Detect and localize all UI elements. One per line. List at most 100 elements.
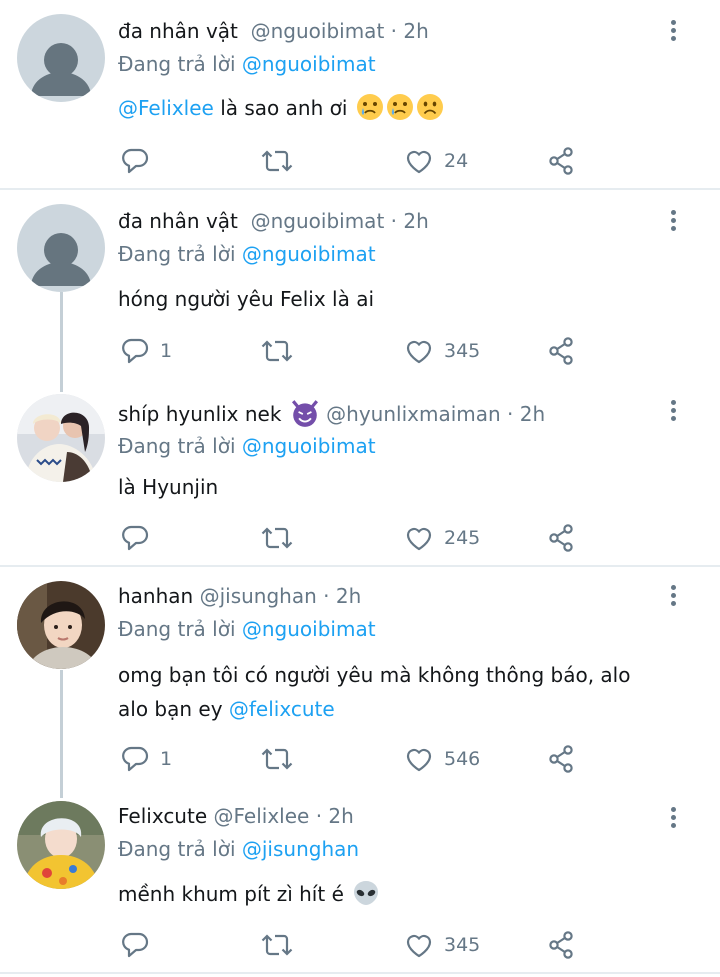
tweet[interactable]: Felixcute @Felixlee · 2h Đang trả lời @j… — [0, 787, 720, 972]
couple-photo-avatar — [17, 394, 105, 482]
display-name[interactable]: shíp hyunlix nek — [118, 402, 281, 426]
crying-face-emoji — [356, 93, 384, 121]
avatar[interactable] — [17, 204, 105, 292]
replying-to: Đang trả lời @jisunghan — [118, 836, 359, 862]
retweet-button[interactable] — [260, 744, 294, 774]
tweet-header: Felixcute @Felixlee · 2h — [118, 803, 354, 829]
share-button[interactable] — [547, 744, 577, 774]
share-button[interactable] — [547, 146, 577, 176]
default-avatar-icon — [17, 14, 105, 102]
retweet-icon — [260, 523, 294, 553]
more-options-icon[interactable] — [664, 398, 684, 424]
reply-icon — [120, 744, 150, 774]
like-button[interactable]: 345 — [404, 930, 480, 960]
selfie-photo-avatar — [17, 581, 105, 669]
heart-icon — [404, 336, 434, 366]
like-button[interactable]: 245 — [404, 523, 480, 553]
heart-icon — [404, 146, 434, 176]
replying-to-mention[interactable]: @nguoibimat — [242, 242, 376, 266]
share-icon — [547, 523, 577, 553]
replying-to-mention[interactable]: @jisunghan — [242, 837, 359, 861]
timestamp[interactable]: · 2h — [507, 402, 545, 426]
like-count: 546 — [444, 748, 481, 770]
reply-button[interactable] — [120, 146, 160, 176]
retweet-icon — [260, 930, 294, 960]
replying-to-mention[interactable]: @nguoibimat — [242, 617, 376, 641]
tweet[interactable]: đa nhân vật @nguoibimat · 2h Đang trả lờ… — [0, 0, 720, 188]
replying-to: Đang trả lời @nguoibimat — [118, 51, 376, 77]
retweet-button[interactable] — [260, 146, 294, 176]
alien-emoji — [352, 879, 380, 907]
share-icon — [547, 336, 577, 366]
username[interactable]: @nguoibimat — [251, 19, 385, 43]
frowning-face-emoji — [416, 93, 444, 121]
username[interactable]: @nguoibimat — [251, 209, 385, 233]
display-name[interactable]: đa nhân vật — [118, 209, 238, 233]
like-button[interactable]: 546 — [404, 744, 480, 774]
smiling-devil-emoji — [290, 398, 320, 428]
like-button[interactable]: 24 — [404, 146, 468, 176]
username[interactable]: @Felixlee — [214, 804, 310, 828]
reply-count: 1 — [160, 748, 173, 770]
tweet[interactable]: hanhan @jisunghan · 2h Đang trả lời @ngu… — [0, 567, 720, 787]
replying-to: Đang trả lời @nguoibimat — [118, 241, 376, 267]
yellow-hoodie-photo-avatar — [17, 801, 105, 889]
tweet-header: đa nhân vật @nguoibimat · 2h — [118, 18, 429, 44]
reply-button[interactable]: 1 — [120, 744, 172, 774]
display-name[interactable]: đa nhân vật — [118, 19, 238, 43]
replying-to-mention[interactable]: @nguoibimat — [242, 434, 376, 458]
tweet-text: hóng người yêu Felix là ai — [118, 287, 375, 311]
heart-icon — [404, 930, 434, 960]
avatar[interactable] — [17, 581, 105, 669]
mention-link[interactable]: @Felixlee — [118, 96, 214, 120]
tweet-actions: 345 — [0, 930, 720, 960]
more-options-icon[interactable] — [664, 583, 684, 609]
timestamp[interactable]: · 2h — [391, 209, 429, 233]
share-icon — [547, 146, 577, 176]
username[interactable]: @hyunlixmaiman — [326, 402, 501, 426]
share-button[interactable] — [547, 930, 577, 960]
tweet-header: hanhan @jisunghan · 2h — [118, 583, 361, 609]
avatar[interactable] — [17, 14, 105, 102]
tweet-text-line: alo bạn ey @felixcute — [118, 692, 678, 726]
reply-icon — [120, 930, 150, 960]
like-button[interactable]: 345 — [404, 336, 480, 366]
timestamp[interactable]: · 2h — [316, 804, 354, 828]
like-count: 345 — [444, 340, 481, 362]
heart-icon — [404, 744, 434, 774]
tweet[interactable]: shíp hyunlix nek @hyunlixmaiman · 2h Đan… — [0, 380, 720, 565]
tweet-actions: 245 — [0, 523, 720, 553]
tweet-actions: 1 546 — [0, 744, 720, 774]
reply-button[interactable]: 1 — [120, 336, 172, 366]
retweet-icon — [260, 336, 294, 366]
display-name[interactable]: Felixcute — [118, 804, 207, 828]
more-options-icon[interactable] — [664, 18, 684, 44]
tweet-actions: 24 — [0, 146, 720, 176]
more-options-icon[interactable] — [664, 208, 684, 234]
timestamp[interactable]: · 2h — [391, 19, 429, 43]
retweet-icon — [260, 146, 294, 176]
display-name[interactable]: hanhan — [118, 584, 193, 608]
username[interactable]: @jisunghan — [200, 584, 317, 608]
more-options-icon[interactable] — [664, 805, 684, 831]
retweet-button[interactable] — [260, 336, 294, 366]
tweet-text: @Felixlee là sao anh ơi — [118, 91, 678, 125]
share-button[interactable] — [547, 523, 577, 553]
timestamp[interactable]: · 2h — [323, 584, 361, 608]
retweet-button[interactable] — [260, 930, 294, 960]
share-button[interactable] — [547, 336, 577, 366]
tweet-actions: 1 345 — [0, 336, 720, 366]
avatar[interactable] — [17, 801, 105, 889]
heart-icon — [404, 523, 434, 553]
tweet-text-body: alo bạn ey — [118, 697, 229, 721]
reply-button[interactable] — [120, 523, 160, 553]
like-count: 245 — [444, 527, 481, 549]
tweet[interactable]: đa nhân vật @nguoibimat · 2h Đang trả lờ… — [0, 190, 720, 380]
reply-button[interactable] — [120, 930, 160, 960]
avatar[interactable] — [17, 394, 105, 482]
replying-to-mention[interactable]: @nguoibimat — [242, 52, 376, 76]
retweet-button[interactable] — [260, 523, 294, 553]
mention-link[interactable]: @felixcute — [229, 697, 335, 721]
replying-prefix: Đang trả lời — [118, 837, 236, 861]
default-avatar-icon — [17, 204, 105, 292]
